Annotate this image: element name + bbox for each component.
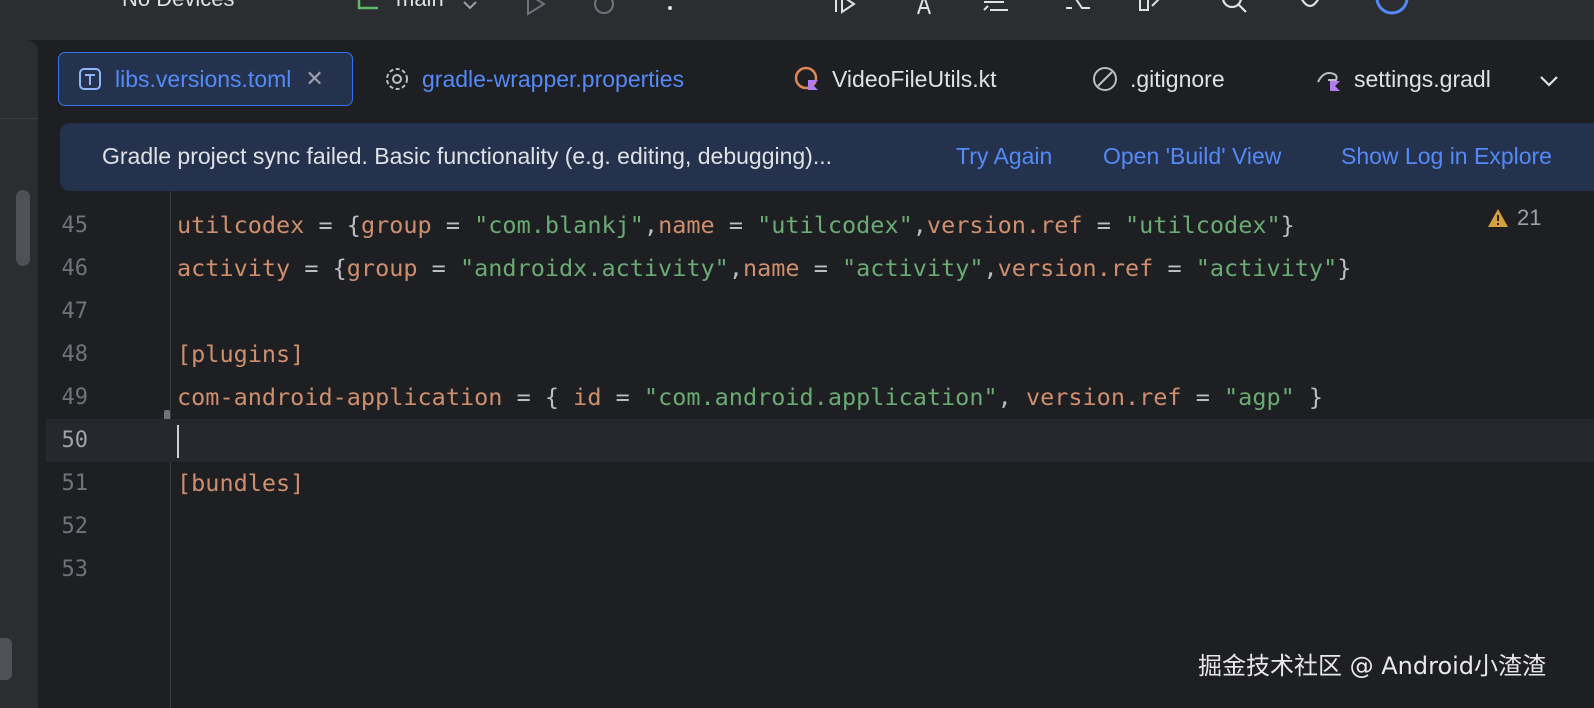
left-tool-strip (0, 40, 38, 708)
line-number: 49 (61, 385, 89, 410)
scrollbar-thumb[interactable] (16, 190, 30, 266)
device-mirror-icon[interactable] (1138, 0, 1166, 18)
close-icon[interactable]: ✕ (305, 66, 323, 92)
device-selector[interactable]: No Devices (122, 0, 234, 12)
tab-settings-gradle[interactable]: settings.gradl (1316, 52, 1491, 106)
branch-icon (357, 0, 378, 10)
code-text: com-android-application = { id = "com.an… (177, 383, 1324, 411)
code-text: [plugins] (177, 340, 305, 368)
run-icon[interactable] (522, 0, 550, 18)
code-line: 45 utilcodex = {group = "com.blankj",nam… (46, 204, 1594, 247)
divider (0, 118, 38, 119)
open-build-view-link[interactable]: Open 'Build' View (1103, 143, 1281, 170)
code-editor[interactable]: 45 utilcodex = {group = "com.blankj",nam… (46, 191, 1594, 708)
more-icon[interactable] (656, 0, 684, 18)
tab-gradle-wrapper-properties[interactable]: gradle-wrapper.properties (384, 52, 684, 106)
inspection-widget[interactable]: 21 (1487, 205, 1541, 231)
shuffle-icon[interactable] (1064, 0, 1092, 18)
tab-label: VideoFileUtils.kt (832, 65, 997, 92)
code-line: 49 com-android-application = { id = "com… (46, 376, 1594, 419)
code-line: 53 (46, 548, 1594, 591)
line-number: 52 (61, 514, 89, 539)
tab-label: settings.gradl (1354, 65, 1491, 92)
tab-label: .gitignore (1130, 65, 1225, 92)
gear-icon (384, 66, 410, 92)
sync-failed-banner: Gradle project sync failed. Basic functi… (60, 123, 1594, 191)
code-line: 48 [plugins] (46, 333, 1594, 376)
code-line: 46 activity = {group = "androidx.activit… (46, 247, 1594, 290)
sync-lines-icon[interactable] (982, 0, 1010, 18)
tab-gitignore[interactable]: .gitignore (1092, 52, 1225, 106)
code-line: 47 (46, 290, 1594, 333)
settings-gear-icon[interactable] (1296, 0, 1324, 18)
banner-message: Gradle project sync failed. Basic functi… (102, 143, 833, 169)
search-icon[interactable] (1220, 0, 1248, 18)
tab-libs-versions-toml[interactable]: libs.versions.toml ✕ (58, 52, 353, 106)
text-caret (177, 425, 179, 458)
line-number: 47 (61, 299, 89, 324)
code-line: 52 (46, 505, 1594, 548)
ide-window: No Devices main (0, 0, 1594, 708)
tab-videofileutils-kt[interactable]: VideoFileUtils.kt (794, 52, 996, 106)
tab-label: gradle-wrapper.properties (422, 65, 685, 92)
line-number: 45 (61, 213, 89, 238)
toml-file-icon (77, 66, 103, 92)
account-icon[interactable] (1374, 0, 1410, 18)
translate-icon[interactable] (904, 0, 932, 18)
run-with-coverage-icon[interactable] (832, 0, 860, 18)
main-toolbar: No Devices main (0, 0, 1594, 40)
debug-icon[interactable] (590, 0, 618, 18)
code-text: activity = {group = "androidx.activity",… (177, 254, 1352, 282)
watermark: 掘金技术社区 @ Android小渣渣 (1198, 652, 1547, 680)
code-line: 51 [bundles] (46, 462, 1594, 505)
code-text: utilcodex = {group = "com.blankj",name =… (177, 211, 1295, 239)
tab-label: libs.versions.toml (115, 65, 292, 92)
kotlin-file-icon (794, 66, 820, 92)
code-line-current: 50 (46, 419, 1594, 462)
scrollbar-thumb-lower[interactable] (0, 638, 12, 680)
code-text (177, 419, 179, 462)
line-number: 53 (61, 557, 89, 582)
line-number: 46 (61, 256, 89, 281)
line-number: 51 (61, 471, 89, 496)
ignore-file-icon (1092, 66, 1118, 92)
show-log-link[interactable]: Show Log in Explore (1341, 143, 1552, 170)
code-text: [bundles] (177, 469, 305, 497)
warning-count: 21 (1517, 205, 1542, 230)
gradle-file-icon (1316, 66, 1342, 92)
chevron-down-icon[interactable] (1536, 68, 1562, 94)
warning-icon (1488, 209, 1508, 227)
line-number: 50 (61, 428, 89, 453)
editor-tab-bar: libs.versions.toml ✕ gradle-wrapper.prop… (46, 40, 1594, 120)
try-again-link[interactable]: Try Again (956, 143, 1052, 170)
chevron-down-icon[interactable] (458, 0, 486, 18)
branch-selector[interactable]: main (396, 0, 444, 12)
line-number: 48 (61, 342, 89, 367)
